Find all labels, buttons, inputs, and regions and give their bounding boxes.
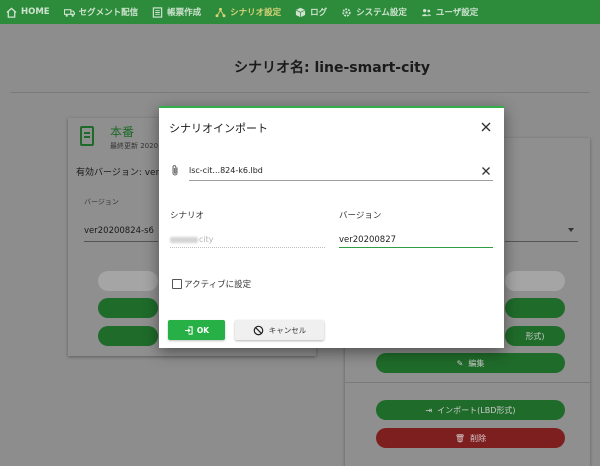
nav-item-home[interactable]: HOME xyxy=(6,7,50,18)
button-label: インポート(LBD形式) xyxy=(437,405,516,415)
nav-item-label: シナリオ設定 xyxy=(230,8,282,18)
nav-item-label: セグメント配信 xyxy=(78,8,139,18)
page-title: シナリオ名: line-smart-city xyxy=(233,60,431,76)
version-input-underline xyxy=(339,247,493,248)
version-field-label: バージョン xyxy=(339,211,382,221)
nav-item-scenario[interactable]: シナリオ設定 xyxy=(215,6,281,18)
report-icon xyxy=(152,6,163,18)
top-nav: HOME セグメント配信 帳票作成 シナリオ設定 ログ システム設定 ユーザ設定 xyxy=(0,0,600,24)
nav-item-segment-delivery[interactable]: セグメント配信 xyxy=(63,6,139,18)
disabled-button[interactable] xyxy=(98,271,158,291)
disabled-button-right[interactable] xyxy=(505,271,565,291)
log-icon xyxy=(295,7,306,18)
version-select-label: バージョン xyxy=(84,198,119,206)
scenario-field: city xyxy=(170,235,214,244)
scenario-field-underline xyxy=(170,247,325,248)
ban-icon xyxy=(253,325,264,335)
users-icon xyxy=(421,7,432,18)
active-checkbox-label[interactable]: アクティブに設定 xyxy=(184,278,251,290)
active-version: 有効バージョン: ver xyxy=(76,168,160,178)
gear-icon xyxy=(341,7,352,18)
divider xyxy=(345,382,590,383)
version-select[interactable]: ver20200824-s6 xyxy=(84,226,154,236)
green-button-2[interactable] xyxy=(98,326,158,346)
cancel-button[interactable]: キャンセル xyxy=(235,320,324,340)
trash-icon: 🗑 xyxy=(454,433,466,443)
edit-button[interactable]: ✎ 編集 xyxy=(376,353,565,373)
import-icon: ⇥ xyxy=(425,405,433,415)
ok-label: OK xyxy=(196,325,210,335)
segment-delivery-icon xyxy=(63,7,75,18)
version-input[interactable] xyxy=(339,233,493,247)
scenario-field-value: city xyxy=(199,235,214,244)
version-select-underline-right xyxy=(505,241,578,242)
document-icon xyxy=(80,126,94,146)
delete-button[interactable]: 🗑 削除 xyxy=(376,428,565,448)
nav-item-label: ユーザ設定 xyxy=(435,8,479,18)
divider xyxy=(10,92,590,93)
ok-button[interactable]: OK xyxy=(168,320,225,340)
import-dialog: シナリオインポート lsc-cit...824-k6.lbd シナリオ city… xyxy=(159,106,504,348)
nav-item-label: システム設定 xyxy=(356,8,407,18)
import-format-button[interactable]: 形式) xyxy=(505,326,565,346)
sign-in-icon xyxy=(184,325,193,335)
nav-item-log[interactable]: ログ xyxy=(295,6,327,18)
nav-item-user-settings[interactable]: ユーザ設定 xyxy=(421,6,478,18)
redacted-text xyxy=(170,236,198,243)
paperclip-icon xyxy=(170,164,180,177)
home-icon xyxy=(6,7,17,18)
clear-file-icon[interactable] xyxy=(481,166,491,176)
close-icon[interactable] xyxy=(480,121,492,133)
green-button[interactable] xyxy=(98,298,158,318)
nav-item-label: ログ xyxy=(310,8,328,18)
dialog-title: シナリオインポート xyxy=(169,122,268,135)
green-button-right[interactable] xyxy=(505,298,565,318)
button-label: 形式) xyxy=(525,331,545,341)
nav-item-label: 帳票作成 xyxy=(167,8,202,18)
button-label: 削除 xyxy=(470,433,487,443)
nav-item-system-settings[interactable]: システム設定 xyxy=(341,6,407,18)
button-label: 編集 xyxy=(468,358,485,368)
file-input[interactable]: lsc-cit...824-k6.lbd xyxy=(189,166,263,175)
nav-item-label: HOME xyxy=(21,7,50,17)
pencil-icon: ✎ xyxy=(456,358,464,368)
version-select-underline xyxy=(84,241,158,242)
chevron-down-icon[interactable] xyxy=(568,228,574,232)
active-checkbox[interactable] xyxy=(172,279,182,289)
production-label: 本番 xyxy=(110,125,135,139)
import-lbd-button[interactable]: ⇥ インポート(LBD形式) xyxy=(376,400,565,420)
nav-item-report[interactable]: 帳票作成 xyxy=(152,6,201,18)
scenario-icon xyxy=(215,7,226,18)
cancel-label: キャンセル xyxy=(268,325,307,335)
file-input-underline xyxy=(189,180,493,181)
scenario-field-label: シナリオ xyxy=(170,211,205,221)
